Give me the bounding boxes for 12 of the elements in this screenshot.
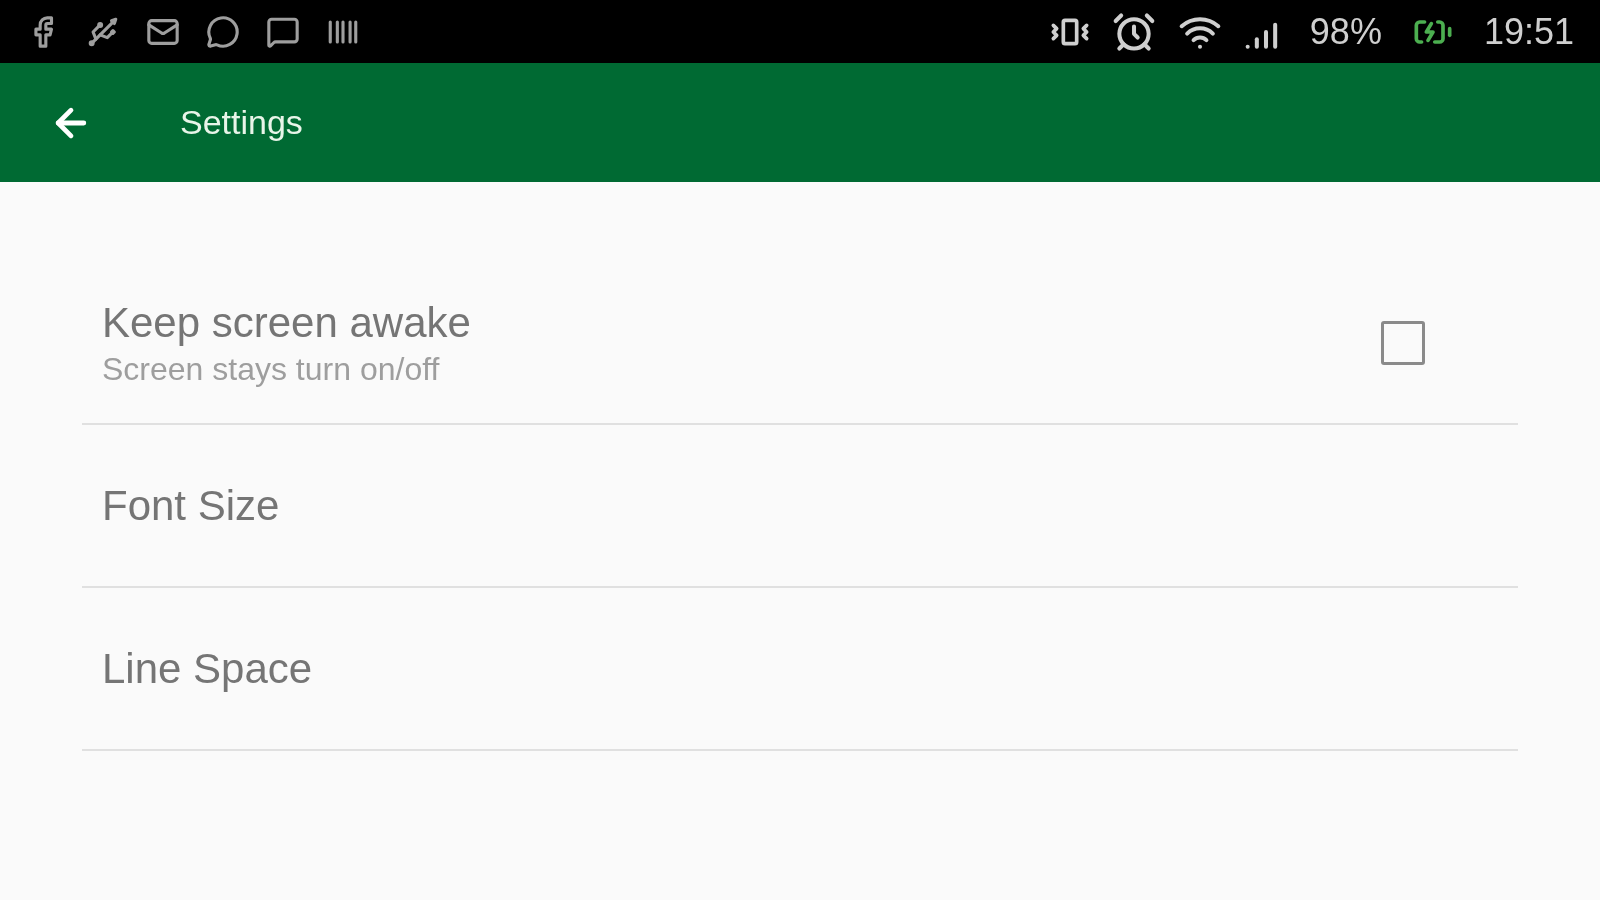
checkbox[interactable] bbox=[1381, 320, 1425, 365]
screen-title: Settings bbox=[180, 102, 303, 143]
setting-title: Font Size bbox=[102, 480, 280, 531]
settings-item[interactable]: Line Space bbox=[82, 588, 1518, 751]
setting-title: Keep screen awake bbox=[102, 297, 471, 348]
settings-item[interactable]: Font Size bbox=[82, 425, 1518, 588]
settings-item[interactable]: Keep screen awake Screen stays turn on/off bbox=[82, 262, 1518, 425]
setting-title: Line Space bbox=[102, 643, 313, 694]
chat-bubble-icon bbox=[206, 14, 240, 49]
battery-percent: 98% bbox=[1309, 9, 1382, 54]
setting-summary: Screen stays turn on/off bbox=[102, 349, 441, 389]
clock-time: 19:51 bbox=[1483, 9, 1574, 54]
